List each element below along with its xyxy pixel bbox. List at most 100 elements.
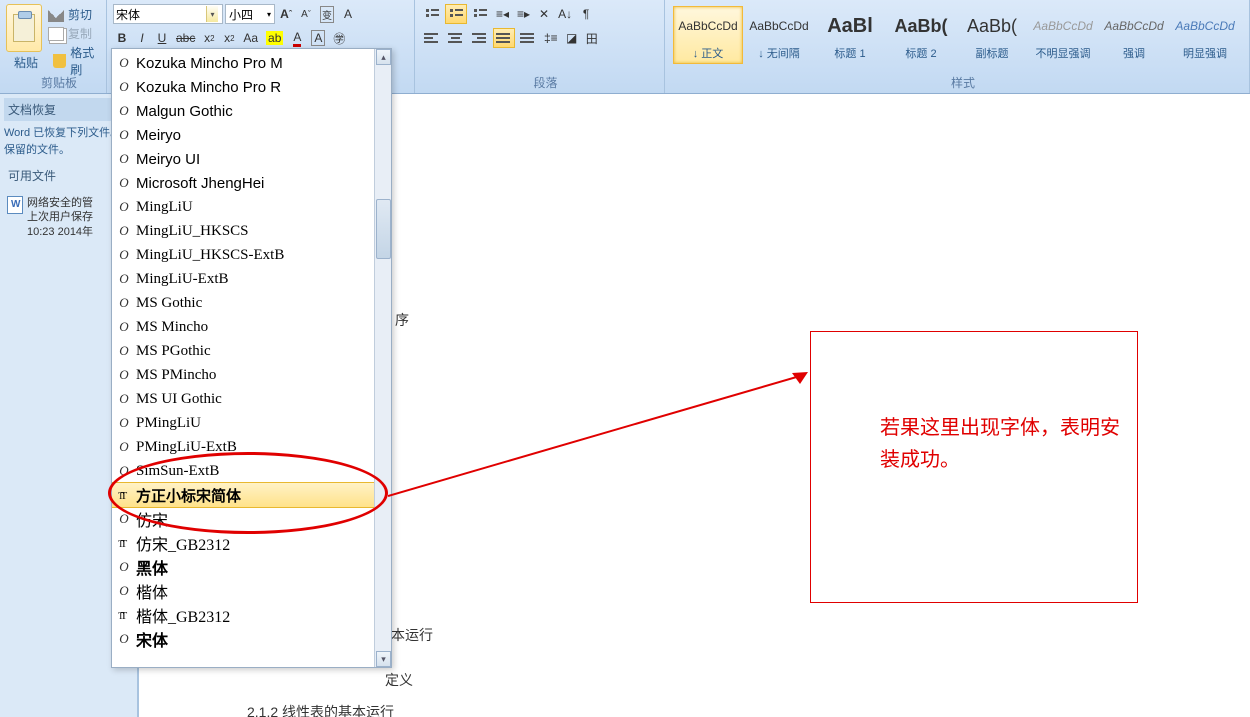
style-item[interactable]: AaBb(副标题 (957, 6, 1027, 64)
copy-button[interactable]: 复制 (48, 25, 100, 42)
numbering-button[interactable] (445, 4, 467, 24)
align-center-button[interactable] (445, 28, 467, 48)
subscript-button[interactable]: x2 (200, 28, 218, 48)
opentype-icon: O (118, 247, 130, 263)
bold-button[interactable]: B (113, 28, 131, 48)
file-line2: 上次用户保存 (27, 210, 93, 224)
paste-button[interactable] (6, 4, 42, 52)
font-color-button[interactable]: A (288, 28, 306, 48)
distribute-button[interactable] (517, 28, 539, 48)
style-gallery[interactable]: AaBbCcDd↓ 正文AaBbCcDd↓ 无间隔AaBl标题 1AaBb(标题… (671, 4, 1243, 66)
format-painter-button[interactable]: 格式刷 (48, 44, 100, 78)
font-option[interactable]: OMS Gothic (112, 291, 391, 315)
paste-label: 粘贴 (6, 54, 46, 71)
opentype-icon: O (118, 631, 130, 647)
style-item[interactable]: AaBbCcDd↓ 无间隔 (744, 6, 814, 64)
italic-button[interactable]: I (133, 28, 151, 48)
grow-font-button[interactable]: Aˆ (277, 4, 295, 24)
phonetic-guide-button[interactable]: 变 (317, 4, 337, 24)
font-option[interactable]: O黑体 (112, 555, 391, 579)
font-option[interactable]: OMicrosoft JhengHei (112, 171, 391, 195)
opentype-icon: O (118, 439, 130, 455)
font-option[interactable]: O宋体 (112, 627, 391, 651)
enclose-char-button[interactable]: ㊫ (330, 28, 348, 48)
justify-button[interactable] (493, 28, 515, 48)
multilevel-icon (472, 6, 488, 22)
font-option[interactable]: OMingLiU_HKSCS (112, 219, 391, 243)
underline-button[interactable]: U (153, 28, 171, 48)
doc-line: 2.1.2 线性表的基本运行 (247, 702, 394, 717)
paragraph-group-label: 段落 (421, 74, 670, 91)
increase-indent-button[interactable]: ≡▸ (514, 4, 533, 24)
char-border-button[interactable]: A (339, 4, 357, 24)
style-item[interactable]: AaBbCcDd明显强调 (1170, 6, 1240, 64)
font-option[interactable]: O仿宋 (112, 507, 391, 531)
scroll-down-arrow[interactable]: ▾ (376, 651, 391, 667)
superscript-button[interactable]: x2 (220, 28, 238, 48)
scrollbar[interactable]: ▴ ▾ (374, 49, 391, 667)
font-option[interactable]: OKozuka Mincho Pro M (112, 51, 391, 75)
align-left-button[interactable] (421, 28, 443, 48)
align-right-button[interactable] (469, 28, 491, 48)
style-item[interactable]: AaBl标题 1 (815, 6, 885, 64)
font-option[interactable]: TT楷体_GB2312 (112, 603, 391, 627)
font-option[interactable]: OSimSun-ExtB (112, 459, 391, 483)
style-item[interactable]: AaBb(标题 2 (886, 6, 956, 64)
scroll-thumb[interactable] (376, 199, 391, 259)
shrink-font-button[interactable]: Aˇ (297, 4, 315, 24)
font-option[interactable]: O楷体 (112, 579, 391, 603)
font-option[interactable]: OMS PGothic (112, 339, 391, 363)
opentype-icon: O (118, 583, 130, 599)
sort-button[interactable]: A↓ (555, 4, 575, 24)
scroll-up-arrow[interactable]: ▴ (376, 49, 391, 65)
opentype-icon: O (118, 103, 130, 119)
font-option[interactable]: TT仿宋_GB2312 (112, 531, 391, 555)
font-size-combo[interactable]: 小四▾ (225, 4, 275, 24)
font-option[interactable]: OMalgun Gothic (112, 99, 391, 123)
opentype-icon: O (118, 175, 130, 191)
multilevel-list-button[interactable] (469, 4, 491, 24)
scissors-icon (48, 8, 64, 22)
show-marks-button[interactable]: ¶ (577, 4, 595, 24)
opentype-icon: O (118, 463, 130, 479)
asian-layout-button[interactable]: ✕ (535, 4, 553, 24)
decrease-indent-button[interactable]: ≡◂ (493, 4, 512, 24)
font-name-input[interactable] (116, 7, 206, 21)
char-shading-button[interactable]: A (308, 28, 328, 48)
clipboard-group-label: 剪贴板 (6, 74, 112, 91)
bullets-button[interactable] (421, 4, 443, 24)
highlight-button[interactable]: ab (263, 28, 286, 48)
font-option[interactable]: OMingLiU_HKSCS-ExtB (112, 243, 391, 267)
font-option[interactable]: OMeiryo UI (112, 147, 391, 171)
font-name-dropdown-arrow[interactable]: ▾ (206, 6, 218, 22)
font-option[interactable]: OMS PMincho (112, 363, 391, 387)
font-option[interactable]: OKozuka Mincho Pro R (112, 75, 391, 99)
doc-fragment: 序 (395, 310, 409, 330)
opentype-icon: O (118, 199, 130, 215)
text-effects-button[interactable]: Aa (240, 28, 261, 48)
shading-button[interactable]: ◪ (563, 28, 581, 48)
strike-button[interactable]: abc (173, 28, 198, 48)
font-option[interactable]: OMS Mincho (112, 315, 391, 339)
font-option[interactable]: OMingLiU (112, 195, 391, 219)
style-item[interactable]: AaBbCcDd↓ 正文 (673, 6, 743, 64)
cut-button[interactable]: 剪切 (48, 6, 100, 23)
doc-fragment: 定义 (385, 670, 413, 690)
font-option[interactable]: TT方正小标宋简体 (112, 483, 391, 507)
font-name-combo[interactable]: ▾ (113, 4, 223, 24)
annotation-box (810, 331, 1138, 603)
font-option[interactable]: OMingLiU-ExtB (112, 267, 391, 291)
font-option[interactable]: OPMingLiU (112, 411, 391, 435)
font-option[interactable]: OPMingLiU-ExtB (112, 435, 391, 459)
line-spacing-button[interactable]: ‡≡ (541, 28, 561, 48)
opentype-icon: O (118, 343, 130, 359)
opentype-icon: O (118, 295, 130, 311)
opentype-icon: O (118, 415, 130, 431)
font-dropdown-list[interactable]: OKozuka Mincho Pro MOKozuka Mincho Pro R… (111, 48, 392, 668)
style-item[interactable]: AaBbCcDd不明显强调 (1028, 6, 1098, 64)
font-option[interactable]: OMS UI Gothic (112, 387, 391, 411)
style-item[interactable]: AaBbCcDd强调 (1099, 6, 1169, 64)
font-option[interactable]: OMeiryo (112, 123, 391, 147)
borders-button[interactable]: 田 (583, 28, 601, 48)
opentype-icon: O (118, 127, 130, 143)
